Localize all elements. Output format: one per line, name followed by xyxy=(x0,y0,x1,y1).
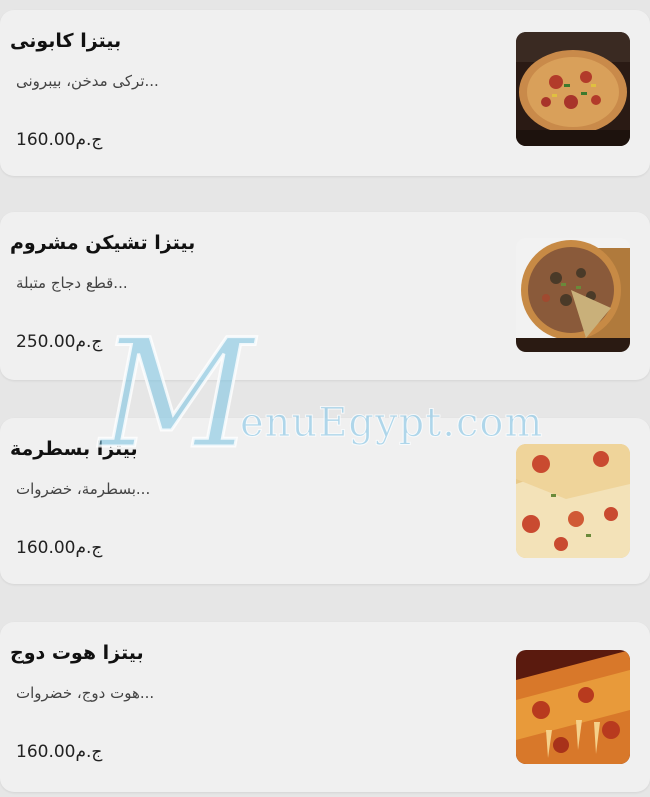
menu-item-card[interactable]: بيتزا هوت دوج ...هوت دوج، خضروات ج.م160.… xyxy=(0,622,650,792)
item-price: ج.م160.00 xyxy=(16,130,103,150)
item-image[interactable] xyxy=(516,238,630,352)
menu-item-card[interactable]: بيتزا بسطرمة ...بسطرمة، خضروات ج.م160.00 xyxy=(0,418,650,584)
item-description: ...بسطرمة، خضروات xyxy=(16,480,151,498)
item-image[interactable] xyxy=(516,32,630,146)
item-description: ...هوت دوج، خضروات xyxy=(16,684,155,702)
item-price: ج.م250.00 xyxy=(16,332,103,352)
item-description: ...تركى مدخن، بيبرونى xyxy=(16,72,159,90)
menu-item-card[interactable]: بيتزا تشيكن مشروم ...قطع دجاج متبلة ج.م2… xyxy=(0,212,650,380)
menu-page: بيتزا كابونى ...تركى مدخن، بيبرونى ج.م16… xyxy=(0,0,650,797)
item-price: ج.م160.00 xyxy=(16,538,103,558)
menu-item-card[interactable]: بيتزا كابونى ...تركى مدخن، بيبرونى ج.م16… xyxy=(0,10,650,176)
item-image[interactable] xyxy=(516,650,630,764)
item-description: ...قطع دجاج متبلة xyxy=(16,274,128,292)
item-price: ج.م160.00 xyxy=(16,742,103,762)
item-image[interactable] xyxy=(516,444,630,558)
